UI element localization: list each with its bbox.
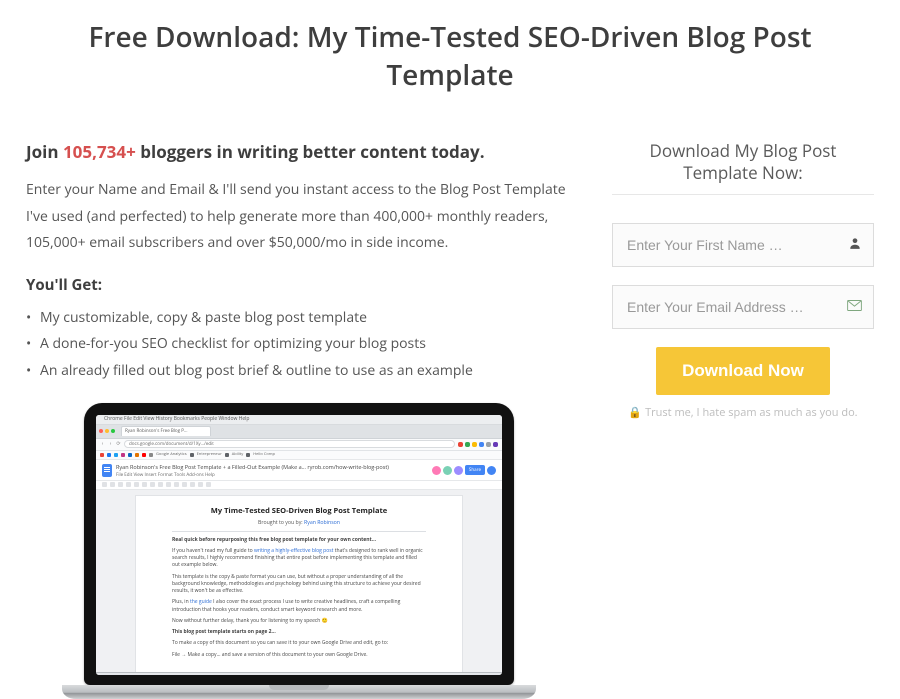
doc-heading: My Time-Tested SEO-Driven Blog Post Temp… — [172, 506, 426, 516]
main-copy-column: Join 105,734+ bloggers in writing better… — [26, 140, 572, 699]
doc-para: To make a copy of this document so you c… — [172, 640, 426, 647]
join-headline: Join 105,734+ bloggers in writing better… — [26, 140, 572, 163]
doc-para: Now without further delay, thank you for… — [172, 618, 426, 625]
benefit-item: An already filled out blog post brief & … — [26, 358, 572, 385]
browser-tabstrip: Ryan Robinson's Free Blog P… — [96, 425, 502, 439]
mac-dock — [96, 672, 502, 675]
form-title: Download My Blog Post Template Now: — [612, 140, 874, 184]
form-divider — [612, 194, 874, 195]
collaborator-avatars: Share — [432, 465, 496, 475]
back-icon: ‹ — [100, 442, 105, 447]
doc-subheading: Brought to you by: Ryan Robinson — [172, 518, 426, 526]
trust-text: 🔒Trust me, I hate spam as much as you do… — [612, 405, 874, 420]
bookmark-label: Entrepreneur — [197, 452, 222, 457]
trust-label: Trust me, I hate spam as much as you do. — [645, 405, 857, 420]
bookmarks-bar: Google Analytics Entrepreneur Ability He… — [96, 451, 502, 460]
mac-menubar: Chrome File Edit View History Bookmarks … — [96, 415, 502, 425]
docs-icon — [102, 464, 112, 477]
bookmark-label: Ability — [232, 452, 243, 457]
download-button[interactable]: Download Now — [656, 347, 830, 395]
doc-author-link: Ryan Robinson — [304, 518, 340, 526]
gdoc-header: Ryan Robinson's Free Blog Post Template … — [96, 460, 502, 481]
join-suffix: bloggers in writing better content today… — [136, 140, 485, 163]
address-bar: docs.google.com/document/d/1Xy…/edit — [124, 440, 455, 448]
reload-icon: ⟳ — [116, 442, 121, 447]
extensions — [458, 442, 498, 447]
doc-para-bold: This blog post template starts on page 2… — [172, 629, 426, 636]
doc-para: Plus, in the guide I also cover the exac… — [172, 599, 426, 614]
bookmark-label: Hello Comp — [253, 452, 275, 457]
user-icon — [848, 235, 862, 255]
bookmark-label: Google Analytics — [156, 452, 187, 457]
gdoc-title: Ryan Robinson's Free Blog Post Template … — [116, 463, 428, 471]
share-button: Share — [465, 465, 485, 475]
doc-para: This template is the copy & paste format… — [172, 574, 426, 596]
mac-menus: Chrome File Edit View History Bookmarks … — [104, 416, 249, 422]
doc-para: File → Make a copy… and save a version o… — [172, 652, 426, 659]
join-prefix: Join — [26, 140, 63, 163]
laptop-base — [62, 685, 536, 699]
join-count: 105,734+ — [63, 140, 136, 163]
benefit-item: My customizable, copy & paste blog post … — [26, 305, 572, 332]
gdoc-menus: File Edit View Insert Format Tools Add-o… — [116, 472, 428, 478]
page-title: Free Download: My Time-Tested SEO-Driven… — [26, 18, 874, 94]
doc-para: If you haven't read my full guide to wri… — [172, 548, 426, 570]
gdoc-toolbar — [96, 481, 502, 490]
first-name-field[interactable] — [612, 223, 874, 267]
lock-icon: 🔒 — [628, 405, 642, 420]
benefits-list: My customizable, copy & paste blog post … — [26, 305, 572, 385]
email-field[interactable] — [612, 285, 874, 329]
doc-sub-prefix: Brought to you by: — [258, 518, 304, 526]
doc-intro-bold: Real quick before repurposing this free … — [172, 537, 426, 544]
benefit-item: A done-for-you SEO checklist for optimiz… — [26, 331, 572, 358]
signup-form: Download My Blog Post Template Now: Down… — [612, 140, 874, 420]
forward-icon: › — [108, 442, 113, 447]
youll-get-heading: You'll Get: — [26, 275, 572, 295]
mail-icon — [847, 298, 862, 317]
browser-tab: Ryan Robinson's Free Blog P… — [121, 426, 211, 436]
browser-toolbar: ‹ › ⟳ docs.google.com/document/d/1Xy…/ed… — [96, 439, 502, 451]
gdoc-page: My Time-Tested SEO-Driven Blog Post Temp… — [136, 496, 462, 672]
laptop-mockup: Chrome File Edit View History Bookmarks … — [26, 403, 572, 699]
intro-paragraph: Enter your Name and Email & I'll send yo… — [26, 177, 572, 257]
window-controls — [99, 429, 115, 433]
